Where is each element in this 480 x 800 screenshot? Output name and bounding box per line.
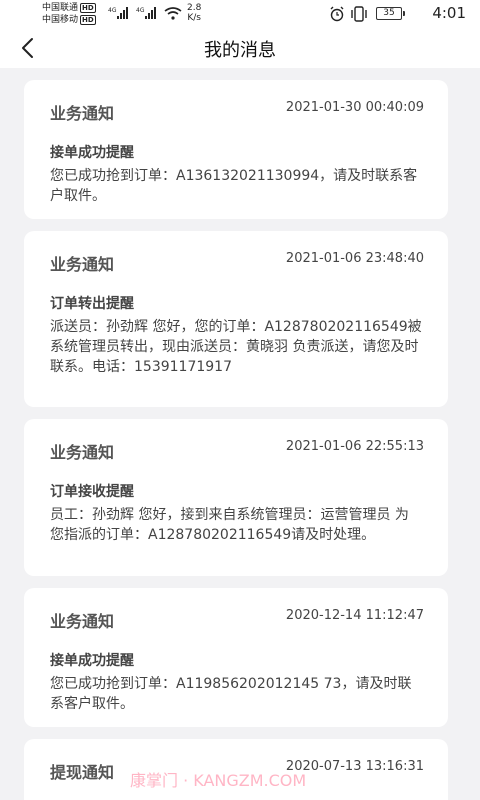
net-label-2: 4G xyxy=(136,7,145,14)
net-label-1: 4G xyxy=(108,7,117,14)
network-speed: 2.8 K/s xyxy=(187,3,201,23)
message-date: 2020-12-14 11:12:47 xyxy=(285,608,424,623)
message-card[interactable]: 业务通知 2021-01-30 00:40:09 接单成功提醒 您已成功抢到订单… xyxy=(24,80,448,219)
message-body: 您已成功抢到订单：A119856202012145 73，请及时联系客户取件。 xyxy=(50,676,412,712)
message-type: 业务通知 xyxy=(50,612,115,631)
clock: 4:01 xyxy=(432,4,466,22)
message-date: 2021-01-06 22:55:13 xyxy=(285,439,424,454)
carrier-2: 中国移动 xyxy=(42,15,79,25)
hd-badge-2: HD xyxy=(80,15,96,25)
signal-icon-2: 4G xyxy=(136,7,156,19)
message-card[interactable]: 业务通知 2020-12-14 11:12:47 接单成功提醒 您已成功抢到订单… xyxy=(24,588,448,727)
message-card[interactable]: 业务通知 2021-01-06 22:55:13 订单接收提醒 员工：孙劲辉 您… xyxy=(24,419,448,576)
hd-badge-1: HD xyxy=(80,3,96,13)
speed-value: 2.8 xyxy=(187,3,202,13)
message-date: 2021-01-30 00:40:09 xyxy=(285,100,424,115)
battery-indicator: 35 xyxy=(376,7,405,20)
message-body: 派送员：孙劲辉 您好，您的订单：A128780202116549被系统管理员转出… xyxy=(50,319,422,375)
nav-bar: 我的消息 xyxy=(0,28,480,68)
message-type: 业务通知 xyxy=(50,443,115,462)
message-body: 员工：孙劲辉 您好，接到来自系统管理员：运营管理员 为您指派的订单：A12878… xyxy=(50,507,409,543)
wifi-icon xyxy=(164,7,182,20)
message-body: 您已成功抢到订单：A136132021130994，请及时联系客户取件。 xyxy=(50,168,418,204)
message-type: 业务通知 xyxy=(50,255,115,274)
carrier-1: 中国联通 xyxy=(42,3,79,13)
watermark: 康掌门 · KANGZM.COM xyxy=(130,771,307,790)
message-type: 业务通知 xyxy=(50,104,115,123)
message-subtitle: 订单接收提醒 xyxy=(50,484,134,500)
message-type: 提现通知 xyxy=(50,763,115,782)
carrier-info: 中国联通 HD 中国移动 HD xyxy=(42,2,96,26)
message-date: 2020-07-13 13:16:31 xyxy=(285,759,424,774)
vibrate-icon xyxy=(351,6,367,22)
message-subtitle: 订单转出提醒 xyxy=(50,296,134,312)
message-subtitle: 接单成功提醒 xyxy=(50,145,134,161)
page-title: 我的消息 xyxy=(204,40,276,61)
message-card[interactable]: 业务通知 2021-01-06 23:48:40 订单转出提醒 派送员：孙劲辉 … xyxy=(24,231,448,407)
message-date: 2021-01-06 23:48:40 xyxy=(285,251,424,266)
message-subtitle: 接单成功提醒 xyxy=(50,653,134,669)
alarm-icon xyxy=(330,6,344,22)
signal-icon: 4G xyxy=(108,7,128,19)
status-bar: 中国联通 HD 中国移动 HD 4G 4G 2.8 K/s 35 4:01 xyxy=(0,0,480,28)
speed-unit: K/s xyxy=(187,13,201,23)
